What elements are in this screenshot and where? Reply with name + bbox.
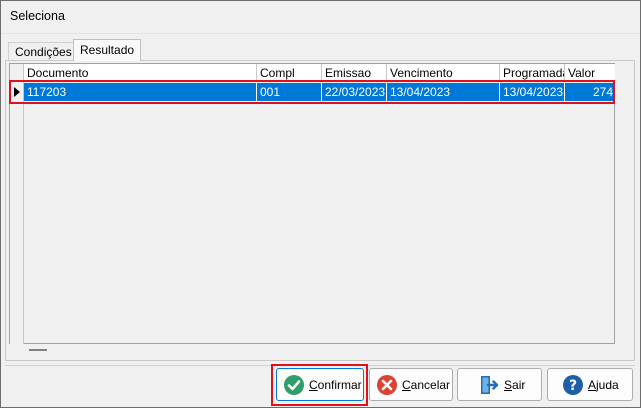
column-header-valor[interactable]: Valor: [565, 64, 615, 82]
cell-programada[interactable]: 13/04/2023: [500, 83, 565, 101]
cancel-button[interactable]: Cancelar: [369, 368, 453, 401]
confirm-button-label: Confirmar: [309, 377, 362, 392]
cell-emissao[interactable]: 22/03/2023: [322, 83, 387, 101]
confirm-button[interactable]: Confirmar: [276, 368, 364, 401]
exit-button-label: Sair: [504, 377, 526, 392]
exit-button[interactable]: Sair: [457, 368, 542, 401]
window-title: Seleciona: [10, 9, 65, 23]
tab-resultado[interactable]: Resultado: [73, 39, 142, 61]
column-header-documento[interactable]: Documento: [24, 64, 257, 82]
help-button[interactable]: ? Ajuda: [547, 368, 633, 401]
cell-vencimento[interactable]: 13/04/2023: [387, 83, 500, 101]
cell-documento[interactable]: 117203: [24, 83, 257, 101]
cell-valor[interactable]: 274: [565, 83, 615, 101]
help-button-label: Ajuda: [588, 377, 619, 392]
help-question-icon: ?: [562, 374, 584, 396]
check-icon: [283, 374, 305, 396]
title-bar[interactable]: Seleciona: [1, 1, 640, 34]
footer-divider: [5, 365, 635, 366]
row-indicator-column: [10, 64, 24, 344]
current-row-pointer-icon: [14, 87, 20, 97]
column-header-compl[interactable]: Compl: [257, 64, 322, 82]
grid-header: Documento Compl Emissao Vencimento Progr…: [10, 64, 615, 82]
cell-compl[interactable]: 001: [257, 83, 322, 101]
column-header-vencimento[interactable]: Vencimento: [387, 64, 500, 82]
results-grid[interactable]: Documento Compl Emissao Vencimento Progr…: [9, 63, 615, 344]
table-row[interactable]: 117203 001 22/03/2023 13/04/2023 13/04/2…: [24, 83, 615, 101]
column-header-programada[interactable]: Programada: [500, 64, 565, 82]
svg-text:?: ?: [569, 378, 577, 394]
horizontal-scroll-thumb[interactable]: [29, 349, 47, 351]
exit-door-icon: [478, 374, 500, 396]
cancel-x-icon: [376, 374, 398, 396]
column-header-emissao[interactable]: Emissao: [322, 64, 387, 82]
selection-window: Seleciona Condições Resultado Documento …: [0, 0, 641, 408]
cancel-button-label: Cancelar: [402, 377, 451, 392]
tab-condicoes[interactable]: Condições: [8, 42, 79, 61]
